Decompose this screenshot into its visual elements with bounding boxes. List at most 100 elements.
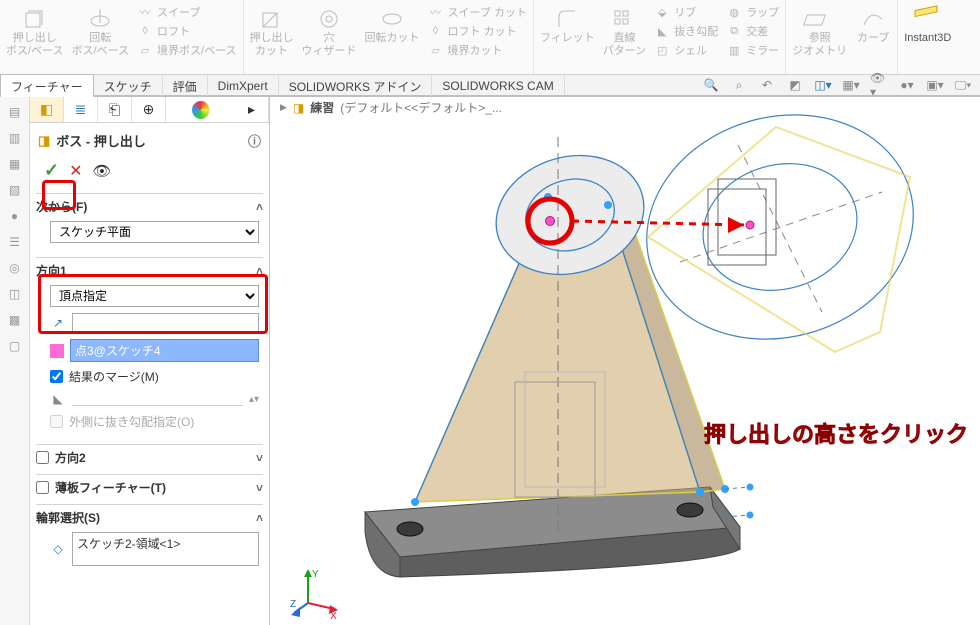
tab-sw-cam[interactable]: SOLIDWORKS CAM (432, 76, 564, 94)
view-orientation-icon[interactable]: ◫▾ (814, 76, 832, 94)
hide-show-icon[interactable]: 👁▾ (870, 76, 888, 94)
ribbon-shell[interactable]: ◰シェル (654, 42, 718, 58)
from-group-header[interactable]: 次から(F)˄ (36, 193, 263, 217)
ref-geometry-icon (806, 4, 834, 32)
tp-design-library-icon[interactable]: ▥ (6, 129, 24, 147)
config-manager-tab[interactable]: ⎗ (98, 97, 132, 122)
draft-on-off-icon[interactable]: ◣ (50, 391, 66, 407)
section-view-icon[interactable]: ◩ (786, 76, 804, 94)
tab-sw-addins[interactable]: SOLIDWORKS アドイン (279, 75, 433, 96)
direction1-group-header[interactable]: 方向1˄ (36, 257, 263, 281)
view-settings-icon[interactable]: 🖵▾ (954, 76, 972, 94)
direction2-group-header[interactable]: 方向2 ˅ (36, 444, 263, 468)
tp-custom-props-icon[interactable]: ☰ (6, 233, 24, 251)
merge-result-checkbox[interactable]: 結果のマージ(M) (50, 368, 259, 385)
model-body (365, 137, 740, 577)
tab-features[interactable]: フィーチャー (0, 74, 94, 98)
display-manager-tab[interactable] (192, 101, 210, 119)
pm-cancel-button[interactable]: ✕ (69, 161, 82, 181)
dimxpert-manager-tab[interactable]: ⊕ (132, 97, 166, 122)
ribbon-sweep[interactable]: 〰スイープ (137, 4, 237, 20)
tab-sketch[interactable]: スケッチ (94, 75, 163, 96)
thin-feature-group-header[interactable]: 薄板フィーチャー(T) ˅ (36, 474, 263, 498)
tp-extra1-icon[interactable]: ▩ (6, 311, 24, 329)
task-pane-strip: ▤ ▥ ▦ ▧ ● ☰ ◎ ◫ ▩ ▢ (0, 97, 30, 625)
revolve-boss-icon (86, 4, 114, 32)
pm-help-icon[interactable]: ⓘ (248, 131, 261, 150)
ribbon-extrude-boss[interactable]: 押し出し ボス/ベース (6, 4, 64, 58)
pm-ok-button[interactable]: ✓ (44, 160, 59, 181)
ribbon-revolve-boss[interactable]: 回転 ボス/ベース (72, 4, 130, 58)
tab-dimxpert[interactable]: DimXpert (208, 76, 279, 94)
cam-manager-tab[interactable]: ▸ (235, 97, 269, 122)
svg-text:Z: Z (290, 599, 296, 610)
tp-extra2-icon[interactable]: ▢ (6, 337, 24, 355)
tp-cam-icon[interactable]: ◫ (6, 285, 24, 303)
command-tabs: フィーチャー スケッチ 評価 DimXpert SOLIDWORKS アドイン … (0, 75, 980, 97)
boundary-cut-icon: ▱ (428, 42, 444, 58)
direction-arrow-icon[interactable]: ↗ (50, 315, 66, 331)
tp-file-explorer-icon[interactable]: ▦ (6, 155, 24, 173)
spinner-up-down-icon[interactable]: ▴▾ (249, 394, 259, 405)
draft-angle-field[interactable] (72, 392, 243, 406)
display-style-icon[interactable]: ▦▾ (842, 76, 860, 94)
extrude-boss-icon (21, 4, 49, 32)
vertex-selection-field[interactable]: 点3@スケッチ4 (70, 339, 259, 362)
zoom-area-icon[interactable]: ⌕ (730, 76, 748, 94)
ribbon-sweep-cut[interactable]: 〰スイープ カット (428, 4, 527, 20)
ribbon-curves[interactable]: カーブ (855, 4, 891, 58)
ribbon-boundary-cut[interactable]: ▱境界カット (428, 42, 527, 58)
ribbon-ref-geometry[interactable]: 参照 ジオメトリ (792, 4, 847, 58)
ribbon-draft[interactable]: ◣抜き勾配 (654, 23, 718, 39)
edit-appearance-icon[interactable]: ●▾ (898, 76, 916, 94)
zoom-fit-icon[interactable]: 🔍 (702, 76, 720, 94)
ribbon-rib[interactable]: ⬙リブ (654, 4, 718, 20)
chevron-up-icon: ˄ (256, 264, 263, 278)
view-triad[interactable]: Y X Z (290, 565, 340, 615)
ribbon-wrap[interactable]: ◍ラップ (726, 4, 779, 20)
chevron-down-icon: ˅ (256, 451, 263, 465)
mirror-icon: ▥ (726, 42, 742, 58)
property-manager-tab[interactable]: ≣ (64, 97, 98, 122)
tp-appearances-icon[interactable]: ● (6, 207, 24, 225)
draft-icon: ◣ (654, 23, 670, 39)
extrude-cut-icon (258, 4, 286, 32)
breadcrumb-expand-icon[interactable]: ▶ (280, 102, 287, 113)
feature-manager-tab[interactable]: ◧ (30, 97, 64, 122)
ribbon-mirror[interactable]: ▥ミラー (726, 42, 779, 58)
boundary-icon: ▱ (137, 42, 153, 58)
ribbon-revolve-cut[interactable]: 回転カット (365, 4, 420, 58)
ribbon-boundary[interactable]: ▱境界ボス/ベース (137, 42, 237, 58)
tab-evaluate[interactable]: 評価 (163, 75, 208, 96)
svg-text:X: X (330, 611, 337, 622)
feature-breadcrumb[interactable]: ▶ ◨ 練習 (デフォルト<<デフォルト>_... (280, 99, 502, 116)
contours-group-header[interactable]: 輪郭選択(S)˄ (36, 504, 263, 528)
wrap-icon: ◍ (726, 4, 742, 20)
tp-forum-icon[interactable]: ◎ (6, 259, 24, 277)
pm-preview-button[interactable]: 👁 (93, 162, 112, 180)
ribbon-hole-wizard[interactable]: 穴 ウィザード (302, 4, 357, 58)
shell-icon: ◰ (654, 42, 670, 58)
tp-resources-icon[interactable]: ▤ (6, 103, 24, 121)
pm-title: ◨ ボス - 押し出し ⓘ (36, 127, 263, 154)
graphics-viewport[interactable]: ▶ ◨ 練習 (デフォルト<<デフォルト>_... (270, 97, 980, 625)
direction1-end-condition-select[interactable]: 頂点指定 (50, 285, 259, 307)
ribbon-linear-pattern[interactable]: 直線 パターン (603, 4, 646, 58)
ribbon-fillet[interactable]: フィレット (540, 4, 595, 58)
ribbon-instant3d[interactable]: Instant3D (904, 4, 951, 45)
draft-outward-checkbox[interactable]: 外側に抜き勾配指定(O) (50, 413, 259, 430)
contour-listbox[interactable]: スケッチ2-領域<1> (72, 532, 259, 566)
tp-view-palette-icon[interactable]: ▧ (6, 181, 24, 199)
ribbon-loft[interactable]: ◊ロフト (137, 23, 237, 39)
apply-scene-icon[interactable]: ▣▾ (926, 76, 944, 94)
curves-icon (859, 4, 887, 32)
revolve-cut-icon (378, 4, 406, 32)
part-icon: ◨ (293, 101, 304, 115)
ribbon-loft-cut[interactable]: ◊ロフト カット (428, 23, 527, 39)
from-select[interactable]: スケッチ平面 (50, 221, 259, 243)
prev-view-icon[interactable]: ↶ (758, 76, 776, 94)
callout-arrow-head (728, 217, 744, 233)
ribbon-extrude-cut[interactable]: 押し出し カット (250, 4, 294, 58)
direction-vector-field[interactable] (72, 313, 259, 333)
ribbon-intersect[interactable]: ⧉交差 (726, 23, 779, 39)
